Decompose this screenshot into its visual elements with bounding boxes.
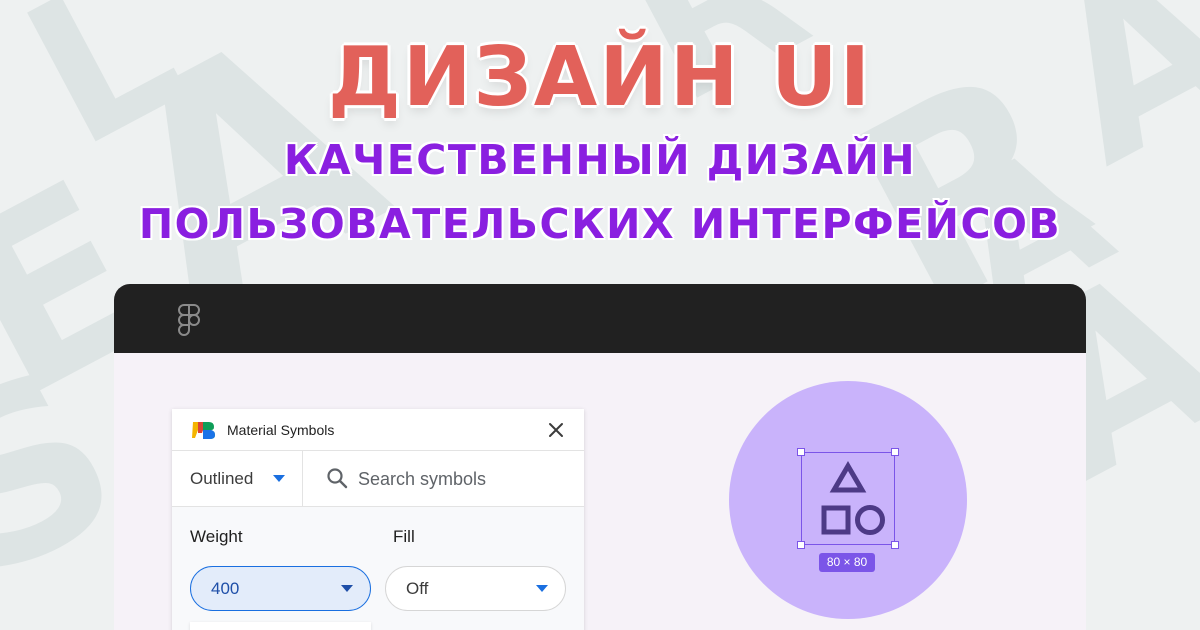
caret-down-icon xyxy=(341,585,353,592)
resize-handle-bottom-right[interactable] xyxy=(891,541,899,549)
material-symbols-logo-icon xyxy=(192,422,215,439)
fill-select-value: Off xyxy=(406,579,429,598)
plugin-header: Material Symbols xyxy=(172,409,584,451)
figma-logo-icon xyxy=(178,304,200,336)
weight-select-value: 400 xyxy=(211,579,240,598)
weight-select[interactable]: 400 xyxy=(190,566,371,611)
shapes-icon xyxy=(821,461,885,535)
plugin-title: Material Symbols xyxy=(227,422,335,438)
resize-handle-top-left[interactable] xyxy=(797,448,805,456)
subtitle-line-2: ПОЛЬЗОВАТЕЛЬСКИХ ИНТЕРФЕЙСОВ xyxy=(138,200,1062,248)
fill-select[interactable]: Off xyxy=(385,566,566,611)
subtitle-line-1: КАЧЕСТВЕННЫЙ ДИЗАЙН xyxy=(283,136,917,184)
material-symbols-plugin: Material Symbols Outlined Weig xyxy=(172,409,584,630)
resize-handle-top-right[interactable] xyxy=(891,448,899,456)
close-icon[interactable] xyxy=(546,420,566,440)
search-input[interactable] xyxy=(358,465,568,493)
weight-label: Weight xyxy=(190,527,243,546)
size-badge: 80 × 80 xyxy=(819,553,875,572)
caret-down-icon xyxy=(536,585,548,592)
style-select[interactable]: Outlined xyxy=(172,451,303,506)
resize-handle-bottom-left[interactable] xyxy=(797,541,805,549)
fill-label: Fill xyxy=(393,527,415,546)
app-titlebar xyxy=(114,284,1086,353)
design-canvas[interactable]: Material Symbols Outlined Weig xyxy=(114,353,1086,630)
search-icon xyxy=(327,468,348,489)
app-window: Material Symbols Outlined Weig xyxy=(114,284,1086,630)
plugin-toolbar: Outlined xyxy=(172,451,584,507)
caret-down-icon xyxy=(273,475,285,482)
page-title: ДИЗАЙН UI xyxy=(326,29,873,127)
weight-dropdown-menu[interactable] xyxy=(190,622,371,630)
style-select-value: Outlined xyxy=(190,469,254,488)
